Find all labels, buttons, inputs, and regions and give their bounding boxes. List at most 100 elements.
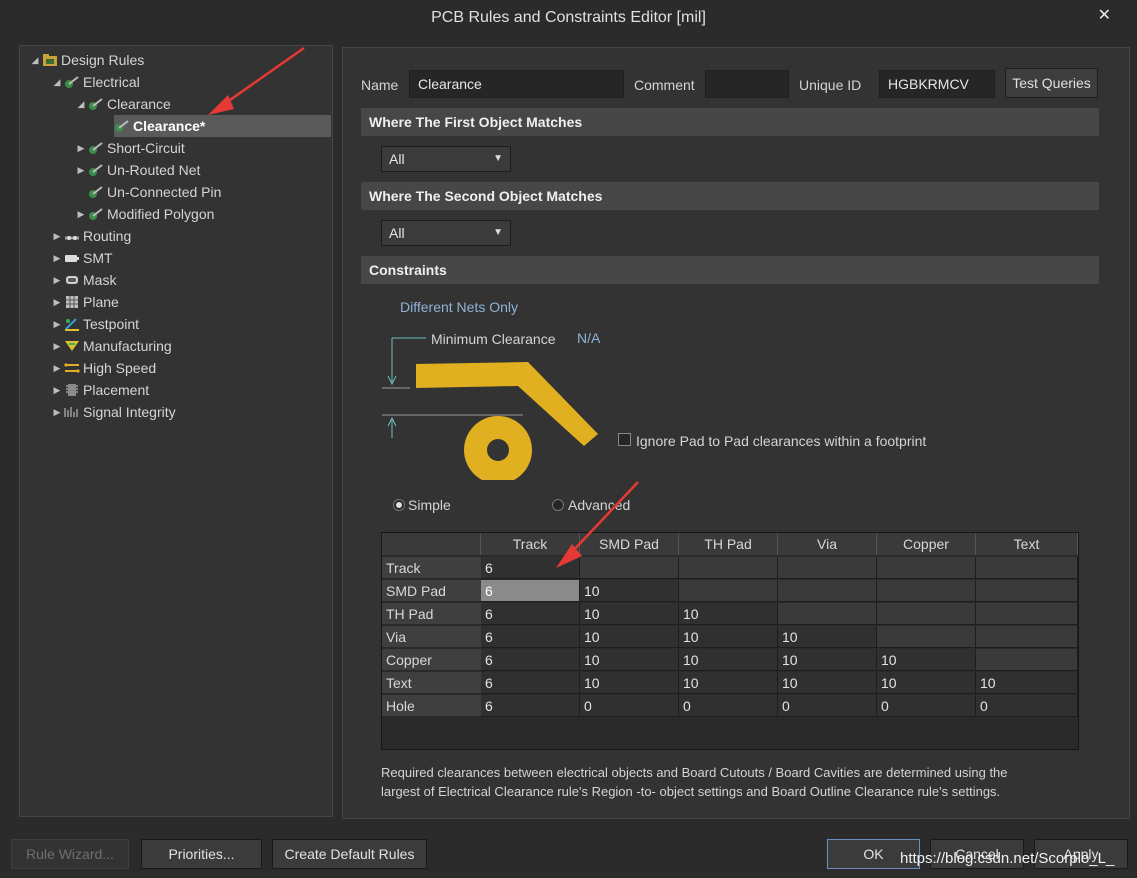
electrical-rule-icon — [65, 76, 79, 88]
collapsed-arrow-icon[interactable]: ▶ — [50, 335, 64, 357]
placement-icon — [66, 384, 78, 396]
tree-item-unrouted-net[interactable]: ▶ Un-Routed Net — [74, 159, 201, 181]
matrix-cell[interactable]: 10 — [778, 649, 877, 671]
matrix-cell[interactable]: 10 — [679, 649, 778, 671]
test-queries-button[interactable]: Test Queries — [1005, 68, 1098, 98]
simple-radio-label: Simple — [408, 497, 451, 513]
comment-field[interactable] — [705, 70, 789, 98]
matrix-cell[interactable]: 6 — [481, 672, 580, 694]
matrix-cell[interactable]: 0 — [580, 695, 679, 717]
matrix-cell[interactable]: 6 — [481, 603, 580, 625]
simple-radio[interactable] — [393, 499, 405, 511]
matrix-cell[interactable]: 10 — [580, 649, 679, 671]
matrix-cell[interactable]: 0 — [778, 695, 877, 717]
column-header-via: Via — [778, 533, 877, 555]
tree-item-modified-polygon[interactable]: ▶ Modified Polygon — [74, 203, 215, 225]
collapsed-arrow-icon[interactable]: ▶ — [74, 159, 88, 181]
manufacturing-icon — [65, 341, 79, 351]
matrix-cell-empty — [976, 649, 1078, 671]
matrix-cell[interactable]: 10 — [580, 672, 679, 694]
matrix-cell[interactable]: 10 — [679, 603, 778, 625]
collapsed-arrow-icon[interactable]: ▶ — [50, 247, 64, 269]
net-scope-link[interactable]: Different Nets Only — [400, 299, 518, 315]
tree-item-mask[interactable]: ▶ Mask — [50, 269, 117, 291]
close-icon[interactable]: ✕ — [1098, 5, 1111, 25]
column-header-th-pad: TH Pad — [679, 533, 778, 555]
tree-item-unconnected-pin[interactable]: Un-Connected Pin — [74, 181, 221, 203]
matrix-cell[interactable]: 6 — [481, 695, 580, 717]
annotation-arrow-tree — [208, 46, 305, 115]
name-field[interactable]: Clearance — [409, 70, 624, 98]
tree-item-plane[interactable]: ▶ Plane — [50, 291, 119, 313]
expanded-arrow-icon[interactable]: ◢ — [50, 71, 64, 93]
matrix-cell-selected[interactable]: 6 — [481, 580, 580, 602]
tree-item-placement[interactable]: ▶ Placement — [50, 379, 150, 401]
high-speed-icon — [64, 363, 80, 373]
matrix-cell-empty — [877, 603, 976, 625]
matrix-cell[interactable]: 10 — [580, 603, 679, 625]
matrix-cell-empty — [976, 580, 1078, 602]
matrix-cell[interactable]: 10 — [877, 672, 976, 694]
matrix-cell[interactable]: 10 — [580, 580, 679, 602]
signal-integrity-icon — [64, 407, 78, 417]
expanded-arrow-icon[interactable]: ◢ — [28, 49, 42, 71]
matrix-cell[interactable]: 6 — [481, 626, 580, 648]
unique-id-field[interactable]: HGBKRMCV — [879, 70, 995, 98]
second-match-value: All — [389, 225, 405, 241]
matrix-cell[interactable]: 10 — [778, 672, 877, 694]
tree-item-design-rules[interactable]: ◢ Design Rules — [28, 49, 145, 71]
expanded-arrow-icon[interactable]: ◢ — [74, 93, 88, 115]
plane-icon — [66, 296, 78, 308]
ignore-pad-checkbox[interactable] — [618, 433, 631, 446]
matrix-cell-empty — [778, 603, 877, 625]
collapsed-arrow-icon[interactable]: ▶ — [50, 357, 64, 379]
clearance-matrix: Track SMD Pad TH Pad Via Copper Text Tra… — [381, 532, 1079, 750]
row-header-text: Text — [382, 672, 481, 694]
matrix-cell[interactable]: 0 — [679, 695, 778, 717]
matrix-cell[interactable]: 10 — [679, 672, 778, 694]
tree-item-short-circuit[interactable]: ▶ Short-Circuit — [74, 137, 185, 159]
matrix-cell[interactable]: 6 — [481, 649, 580, 671]
tree-item-manufacturing[interactable]: ▶ Manufacturing — [50, 335, 172, 357]
comment-label: Comment — [634, 77, 695, 93]
matrix-cell[interactable]: 10 — [580, 626, 679, 648]
collapsed-arrow-icon[interactable]: ▶ — [74, 203, 88, 225]
priorities-button[interactable]: Priorities... — [141, 839, 262, 869]
row-header-copper: Copper — [382, 649, 481, 671]
name-label: Name — [361, 77, 399, 93]
second-match-dropdown[interactable]: All ▼ — [381, 220, 511, 246]
tree-item-high-speed[interactable]: ▶ High Speed — [50, 357, 157, 379]
matrix-cell[interactable]: 0 — [877, 695, 976, 717]
clearance-rule-icon — [89, 98, 103, 110]
chevron-down-icon: ▼ — [493, 153, 503, 164]
collapsed-arrow-icon[interactable]: ▶ — [50, 269, 64, 291]
tree-item-clearance[interactable]: ◢ Clearance — [74, 93, 171, 115]
matrix-cell[interactable]: 10 — [778, 626, 877, 648]
collapsed-arrow-icon[interactable]: ▶ — [50, 225, 64, 247]
clearance-note: Required clearances between electrical o… — [381, 765, 1008, 799]
tree-item-signal-integrity[interactable]: ▶ Signal Integrity — [50, 401, 176, 423]
collapsed-arrow-icon[interactable]: ▶ — [74, 137, 88, 159]
constraints-header: Constraints — [361, 256, 1099, 284]
matrix-cell[interactable]: 10 — [877, 649, 976, 671]
tree-item-routing[interactable]: ▶ Routing — [50, 225, 132, 247]
tree-item-testpoint[interactable]: ▶ Testpoint — [50, 313, 140, 335]
create-default-rules-button[interactable]: Create Default Rules — [272, 839, 427, 869]
electrical-rule-icon — [89, 208, 103, 220]
collapsed-arrow-icon[interactable]: ▶ — [50, 291, 64, 313]
tree-item-smt[interactable]: ▶ SMT — [50, 247, 113, 269]
matrix-corner — [382, 533, 481, 555]
collapsed-arrow-icon[interactable]: ▶ — [50, 313, 64, 335]
matrix-cell[interactable]: 10 — [976, 672, 1078, 694]
row-header-hole: Hole — [382, 695, 481, 717]
matrix-cell[interactable]: 10 — [679, 626, 778, 648]
first-match-dropdown[interactable]: All ▼ — [381, 146, 511, 172]
rule-wizard-button[interactable]: Rule Wizard... — [11, 839, 129, 869]
row-header-smd-pad: SMD Pad — [382, 580, 481, 602]
tree-item-electrical[interactable]: ◢ Electrical — [50, 71, 140, 93]
clearance-illustration — [382, 337, 598, 480]
matrix-cell-empty — [778, 580, 877, 602]
matrix-cell[interactable]: 0 — [976, 695, 1078, 717]
collapsed-arrow-icon[interactable]: ▶ — [50, 401, 64, 423]
collapsed-arrow-icon[interactable]: ▶ — [50, 379, 64, 401]
